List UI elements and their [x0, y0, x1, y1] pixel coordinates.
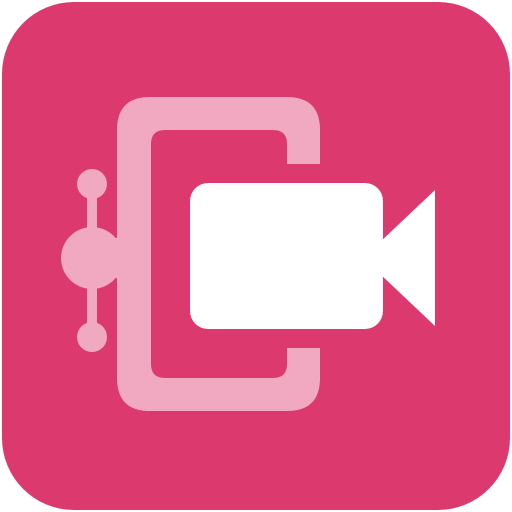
clamp-top-knob [77, 169, 107, 199]
clamp-bottom-knob [77, 322, 107, 352]
clamp-connector [92, 238, 122, 278]
app-icon[interactable] [0, 0, 512, 512]
app-icon-graphic [2, 2, 510, 510]
camera-body [190, 183, 383, 329]
